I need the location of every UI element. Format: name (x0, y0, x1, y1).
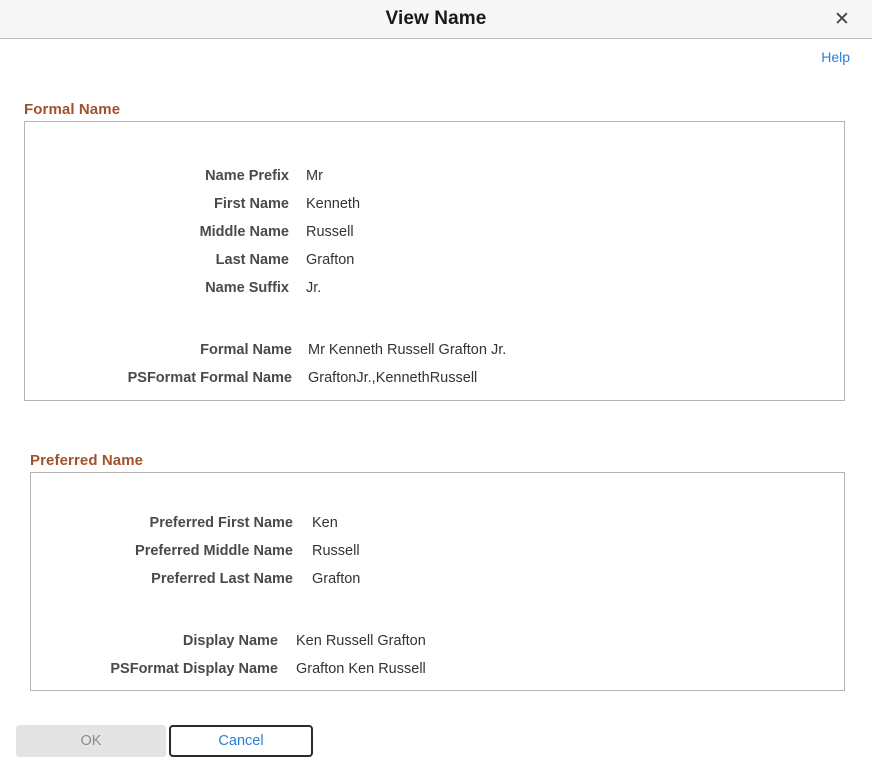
field-value: Grafton (312, 565, 360, 593)
field-label: Formal Name (25, 336, 292, 364)
preferred-name-field-list: Preferred First Name Ken Preferred Middl… (31, 509, 844, 593)
ok-button[interactable]: OK (16, 725, 166, 757)
field-value: Jr. (306, 274, 321, 302)
field-row-display-name: Display Name Ken Russell Grafton (31, 627, 844, 655)
preferred-name-group: Preferred First Name Ken Preferred Middl… (30, 472, 845, 691)
field-value: Grafton Ken Russell (296, 655, 426, 683)
preferred-name-heading: Preferred Name (30, 452, 143, 469)
field-label: Name Suffix (25, 274, 289, 302)
field-row-first-name: First Name Kenneth (25, 190, 844, 218)
field-row-preferred-last-name: Preferred Last Name Grafton (31, 565, 844, 593)
field-row-preferred-middle-name: Preferred Middle Name Russell (31, 537, 844, 565)
formal-name-group: Name Prefix Mr First Name Kenneth Middle… (24, 121, 845, 401)
field-row-middle-name: Middle Name Russell (25, 218, 844, 246)
formal-name-summary-list: Formal Name Mr Kenneth Russell Grafton J… (25, 336, 844, 392)
field-row-formal-name: Formal Name Mr Kenneth Russell Grafton J… (25, 336, 844, 364)
field-label: Preferred Middle Name (31, 537, 293, 565)
help-row: Help (0, 39, 872, 69)
preferred-name-summary-list: Display Name Ken Russell Grafton PSForma… (31, 627, 844, 683)
field-value: Ken (312, 509, 338, 537)
field-value: GraftonJr.,KennethRussell (308, 364, 477, 392)
field-row-last-name: Last Name Grafton (25, 246, 844, 274)
help-link[interactable]: Help (821, 49, 850, 65)
field-label: Name Prefix (25, 162, 289, 190)
dialog-footer: OK Cancel (0, 725, 872, 758)
field-row-psformat-display-name: PSFormat Display Name Grafton Ken Russel… (31, 655, 844, 683)
field-value: Mr (306, 162, 323, 190)
field-value: Russell (306, 218, 354, 246)
field-label: First Name (25, 190, 289, 218)
field-label: Preferred First Name (31, 509, 293, 537)
field-row-name-prefix: Name Prefix Mr (25, 162, 844, 190)
field-row-preferred-first-name: Preferred First Name Ken (31, 509, 844, 537)
field-label: Display Name (31, 627, 278, 655)
field-label: PSFormat Display Name (31, 655, 278, 683)
dialog-titlebar: View Name ✕ (0, 0, 872, 39)
field-value: Kenneth (306, 190, 360, 218)
close-icon[interactable]: ✕ (830, 8, 854, 32)
formal-name-field-list: Name Prefix Mr First Name Kenneth Middle… (25, 162, 844, 302)
cancel-button[interactable]: Cancel (169, 725, 313, 757)
field-value: Mr Kenneth Russell Grafton Jr. (308, 336, 506, 364)
field-value: Grafton (306, 246, 354, 274)
field-row-psformat-formal-name: PSFormat Formal Name GraftonJr.,KennethR… (25, 364, 844, 392)
field-value: Ken Russell Grafton (296, 627, 426, 655)
field-label: Middle Name (25, 218, 289, 246)
page-title: View Name (0, 0, 872, 38)
formal-name-heading: Formal Name (24, 101, 120, 118)
field-value: Russell (312, 537, 360, 565)
field-row-name-suffix: Name Suffix Jr. (25, 274, 844, 302)
field-label: PSFormat Formal Name (25, 364, 292, 392)
field-label: Last Name (25, 246, 289, 274)
field-label: Preferred Last Name (31, 565, 293, 593)
